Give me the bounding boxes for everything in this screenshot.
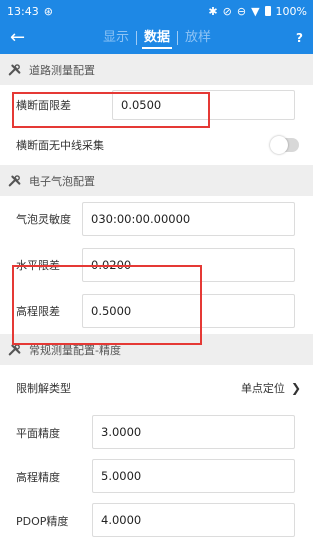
horizontal-limit-label: 水平限差 (16, 259, 60, 272)
bubble-sensitivity-label: 气泡灵敏度 (16, 213, 71, 226)
pdop-precision-row: PDOP精度 4.0000 (0, 499, 313, 543)
elevation-precision-label: 高程精度 (16, 471, 60, 484)
status-bar: 13:43 ⊛ ✱ ⊘ ⊖ ▼ 100% (0, 0, 313, 22)
cross-section-limit-row: 横断面限差 0.0500 (0, 85, 313, 125)
solution-type-value: 单点定位 (240, 382, 285, 395)
bubble-sensitivity-input[interactable]: 030:00:00.00000 (82, 202, 295, 236)
help-icon[interactable]: ? (296, 22, 303, 54)
wifi-icon: ▼ (251, 4, 260, 18)
elevation-limit-input[interactable]: 0.5000 (82, 294, 295, 328)
elevation-limit-label: 高程限差 (16, 305, 60, 318)
mute-icon: ⊘ (222, 4, 232, 18)
section-bubble-title: 电子气泡配置 (29, 174, 95, 188)
back-arrow-icon[interactable]: ← (10, 22, 34, 54)
elevation-precision-input[interactable]: 5.0000 (92, 459, 295, 493)
plane-precision-row: 平面精度 3.0000 (0, 411, 313, 455)
tab-stakeout[interactable]: 放样 (178, 22, 218, 54)
solution-type-row[interactable]: 限制解类型 单点定位 ❯ (0, 365, 313, 411)
no-centerline-row: 横断面无中线采集 (0, 125, 313, 165)
solution-type-label: 限制解类型 (16, 382, 71, 395)
cross-section-limit-input[interactable]: 0.0500 (112, 90, 295, 120)
plane-precision-input[interactable]: 3.0000 (92, 415, 295, 449)
elevation-limit-row: 高程限差 0.5000 (0, 288, 313, 334)
cross-section-limit-label: 横断面限差 (16, 99, 71, 112)
dnd-icon: ⊖ (236, 4, 247, 18)
chevron-right-icon: ❯ (290, 381, 301, 395)
section-road-title: 道路测量配置 (29, 63, 95, 77)
no-centerline-label: 横断面无中线采集 (16, 139, 104, 152)
pdop-precision-input[interactable]: 4.0000 (92, 503, 295, 537)
tools-icon (8, 63, 21, 75)
bubble-sensitivity-row: 气泡灵敏度 030:00:00.00000 (0, 196, 313, 242)
elevation-precision-row: 高程精度 5.0000 (0, 455, 313, 499)
tools-icon (8, 343, 21, 355)
pdop-precision-label: PDOP精度 (16, 515, 69, 528)
section-precision-header: 常规测量配置-精度 (0, 334, 313, 365)
tab-bar: 显示 数据 放样 (96, 22, 218, 54)
bluetooth-icon: ✱ (208, 4, 218, 18)
plane-precision-label: 平面精度 (16, 427, 60, 440)
section-road-header: 道路测量配置 (0, 54, 313, 85)
horizontal-limit-row: 水平限差 0.0200 (0, 242, 313, 288)
battery-level: 100% (275, 4, 307, 18)
horizontal-limit-input[interactable]: 0.0200 (82, 248, 295, 282)
notification-icon: ⊛ (43, 4, 53, 18)
toolbar: ← 显示 数据 放样 ? (0, 22, 313, 54)
tools-icon (8, 174, 21, 186)
status-time: 13:43 (7, 4, 39, 18)
section-bubble-header: 电子气泡配置 (0, 165, 313, 196)
solution-type-value-wrap: 单点定位 ❯ (241, 380, 301, 396)
no-centerline-toggle[interactable] (270, 136, 299, 154)
tab-data[interactable]: 数据 (137, 22, 177, 54)
toggle-knob (270, 136, 288, 154)
battery-icon (264, 6, 271, 16)
tab-display[interactable]: 显示 (96, 22, 136, 54)
section-precision-title: 常规测量配置-精度 (29, 343, 121, 357)
